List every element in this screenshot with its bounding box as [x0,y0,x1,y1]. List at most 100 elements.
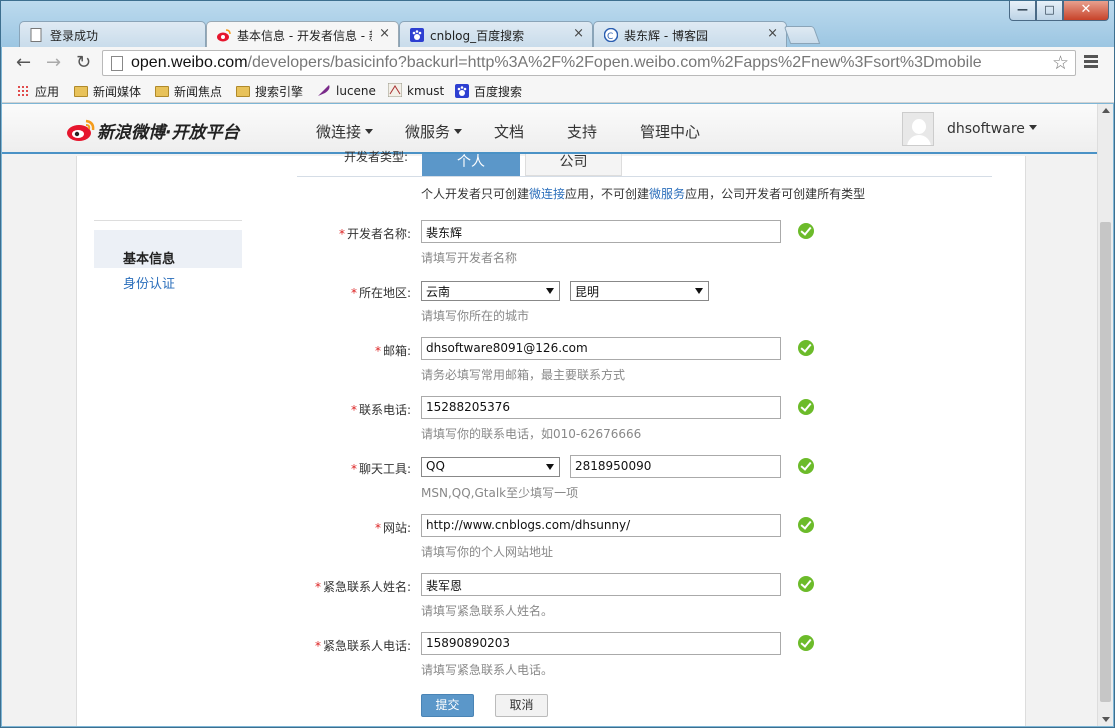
city-select[interactable]: 昆明 [570,281,709,301]
phone-field[interactable]: 15288205376 [421,396,781,419]
tab-personal[interactable]: 个人 [422,154,520,176]
feather-icon [317,83,331,97]
bookmarks-bar: 应用 新闻媒体 新闻焦点 搜索引擎 lucene kmust 百度搜索 [2,79,1114,103]
tab-basic-info[interactable]: 基本信息 - 开发者信息 - 新 × [206,21,399,48]
check-icon [798,576,814,592]
reload-button[interactable]: ↻ [76,52,91,73]
bookmark-folder-search-engines[interactable]: 搜索引擎 [236,83,303,100]
nav-docs[interactable]: 文档 [494,121,524,142]
emergency-phone-label: * 紧急联系人电话: [314,639,411,653]
tab-baidu-search[interactable]: cnblog_百度搜索 × [399,21,593,47]
scroll-down-icon[interactable] [1102,717,1110,722]
weibo-logo-icon [67,119,95,141]
minimize-icon: — [1017,3,1028,16]
chevron-down-icon [1028,125,1037,130]
developer-name-label: * 开发者名称: [338,227,411,241]
title-bar: — □ ✕ 登录成功 基本信息 - 开发者信息 - 新 × cnblog_百度搜… [1,1,1114,48]
avatar[interactable] [902,112,934,146]
check-icon [798,223,814,239]
submit-button[interactable]: 提交 [421,694,474,717]
folder-icon [155,86,169,97]
close-tab-icon[interactable]: × [573,26,584,41]
divider [94,220,242,221]
browser-window: — □ ✕ 登录成功 基本信息 - 开发者信息 - 新 × cnblog_百度搜… [0,0,1115,728]
user-menu[interactable]: dhsoftware [947,121,1037,137]
tab-company[interactable]: 公司 [525,154,622,176]
nav-micro-connect[interactable]: 微连接 [316,121,374,142]
apps-icon [17,85,29,97]
site-header: 新浪微博·开放平台 微连接 微服务 文档 支持 管理中心 dhsoftware [2,104,1097,154]
maximize-button[interactable]: □ [1036,1,1063,21]
sidebar-item-basic-info-label[interactable]: 基本信息 [123,248,175,267]
page-icon [111,56,123,71]
bookmark-kmust[interactable]: kmust [387,82,444,98]
baidu-paw-icon [455,84,469,98]
close-icon: ✕ [1080,2,1092,17]
scrollbar-thumb[interactable] [1100,222,1111,702]
nav-micro-service[interactable]: 微服务 [405,121,463,142]
baidu-paw-icon [410,28,424,42]
maximize-icon: □ [1044,3,1055,16]
check-icon [798,340,814,356]
tab-title: 基本信息 - 开发者信息 - 新 [237,29,372,43]
province-select[interactable]: 云南 [421,281,560,301]
bookmark-apps[interactable]: 应用 [17,83,59,100]
bookmark-folder-news-media[interactable]: 新闻媒体 [74,83,141,100]
new-tab-button[interactable] [783,26,821,44]
chevron-down-icon [454,129,463,134]
bookmark-baidu[interactable]: 百度搜索 [455,83,522,100]
close-tab-icon[interactable]: × [767,26,778,41]
vertical-scrollbar[interactable] [1097,104,1113,726]
check-icon [798,399,814,415]
forward-button[interactable]: → [46,52,61,73]
website-field[interactable]: http://www.cnblogs.com/dhsunny/ [421,514,781,537]
tab-title: 裴东辉 - 博客园 [624,29,708,43]
email-field[interactable]: dhsoftware8091@126.com [421,337,781,360]
tab-cnblogs[interactable]: C 裴东辉 - 博客园 × [593,21,787,47]
emergency-name-field[interactable]: 裴军恩 [421,573,781,596]
tab-login-success[interactable]: 登录成功 [19,21,206,47]
chat-account-field[interactable]: 2818950090 [570,455,781,478]
minimize-button[interactable]: — [1009,1,1036,21]
chat-tool-select[interactable]: QQ [421,457,560,477]
dropdown-arrow-icon [546,288,554,294]
scroll-up-icon[interactable] [1102,108,1110,113]
url-text: open.weibo.com/developers/basicinfo?back… [131,54,982,71]
tab-title: 登录成功 [50,29,99,43]
dropdown-arrow-icon [546,464,554,470]
address-bar[interactable]: open.weibo.com/developers/basicinfo?back… [102,50,1076,76]
link-micro-service[interactable]: 微服务 [649,187,685,201]
divider [297,176,992,177]
bookmark-folder-news-focus[interactable]: 新闻焦点 [155,83,222,100]
chrome-menu-icon[interactable] [1084,55,1098,70]
tab-title: cnblog_百度搜索 [430,29,525,43]
nav-admin-center[interactable]: 管理中心 [640,121,700,142]
close-tab-icon[interactable]: × [379,26,390,41]
emergency-name-label: * 紧急联系人姓名: [314,580,411,594]
site-logo-text[interactable]: 新浪微博·开放平台 [97,118,239,143]
developer-name-input[interactable]: 裴东辉 [421,220,781,243]
dev-type-label: 开发者类型: [344,150,409,164]
back-button[interactable]: ← [16,52,31,73]
email-label: * 邮箱: [374,344,411,358]
emergency-phone-field[interactable]: 15890890203 [421,632,781,655]
folder-icon [74,86,88,97]
check-icon [798,517,814,533]
email-hint: 请务必填写常用邮箱，最主要联系方式 [421,368,626,382]
dropdown-arrow-icon [695,288,703,294]
bookmark-star-icon[interactable]: ☆ [1052,52,1069,74]
region-label: * 所在地区: [350,286,411,300]
browser-toolbar: ← → ↻ open.weibo.com/developers/basicinf… [2,47,1114,79]
page-icon [30,28,44,42]
sidebar-item-identity-verification[interactable]: 身份认证 [123,273,175,292]
website-hint: 请填写你的个人网站地址 [421,545,554,559]
link-micro-connect[interactable]: 微连接 [529,187,565,201]
weibo-icon [217,28,231,42]
cancel-button[interactable]: 取消 [495,694,548,717]
nav-support[interactable]: 支持 [567,121,597,142]
dev-type-note: 个人开发者只可创建微连接应用，不可创建微服务应用，公司开发者可创建所有类型 [421,187,866,201]
emergency-phone-hint: 请填写紧急联系人电话。 [421,663,554,677]
chat-tool-hint: MSN,QQ,Gtalk至少填写一项 [421,486,579,500]
bookmark-lucene[interactable]: lucene [317,83,376,98]
close-window-button[interactable]: ✕ [1063,1,1109,21]
